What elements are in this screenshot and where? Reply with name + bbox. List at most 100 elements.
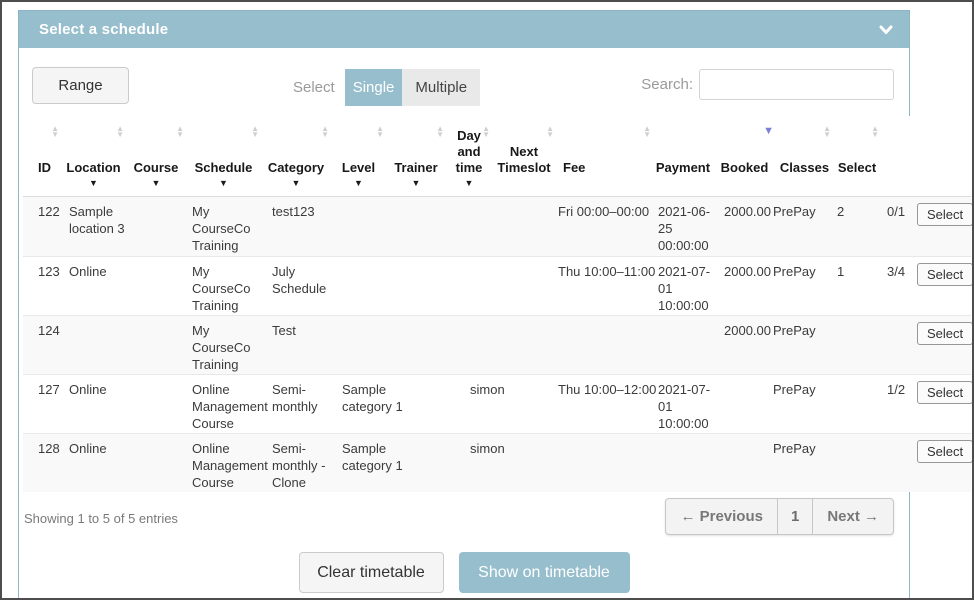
cell-level bbox=[406, 256, 464, 315]
column-header-id[interactable]: ▲▼ ID bbox=[23, 116, 61, 196]
cell-select: Select bbox=[911, 433, 971, 492]
sort-icon[interactable]: ▲▼ bbox=[376, 126, 384, 138]
cell-payment: PrePay bbox=[767, 374, 831, 433]
cell-location: Sample location 3 bbox=[63, 197, 186, 256]
sort-icon[interactable]: ▲▼ bbox=[51, 126, 59, 138]
next-page-button[interactable]: Next → bbox=[813, 499, 893, 534]
cell-classes: 3/4 bbox=[881, 256, 911, 315]
column-header-day-and-time[interactable]: ▲▼ Day and time ▼ bbox=[446, 116, 492, 196]
cell-location: Online bbox=[63, 256, 186, 315]
cell-id: 124 bbox=[23, 315, 63, 374]
table-row: 122 Sample location 3 My CourseCo Traini… bbox=[23, 197, 971, 256]
multiple-mode-button[interactable]: Multiple bbox=[402, 69, 480, 106]
cell-category: Sample category 1 bbox=[336, 433, 406, 492]
column-header-classes[interactable]: ▲▼ Classes bbox=[776, 116, 833, 196]
cell-next-timeslot: 2021-07-01 10:00:00 bbox=[652, 256, 718, 315]
sort-icon[interactable]: ▲▼ bbox=[321, 126, 329, 138]
filter-dropdown-icon[interactable]: ▼ bbox=[447, 176, 491, 190]
previous-page-button[interactable]: ← Previous bbox=[666, 499, 777, 534]
cell-day-and-time bbox=[552, 433, 652, 492]
select-row-button[interactable]: Select bbox=[917, 263, 973, 286]
table-row: 124 My CourseCo Training Test 2000.00 Pr… bbox=[23, 315, 971, 374]
cell-day-and-time: Fri 00:00–00:00 bbox=[552, 197, 652, 256]
sort-descending-icon[interactable]: ▼ bbox=[763, 126, 774, 137]
cell-trainer bbox=[464, 197, 552, 256]
cell-level bbox=[406, 197, 464, 256]
column-header-trainer[interactable]: ▲▼ Trainer ▼ bbox=[386, 116, 446, 196]
cell-location: Online bbox=[63, 374, 186, 433]
filter-dropdown-icon[interactable]: ▼ bbox=[332, 176, 385, 190]
column-header-booked[interactable]: ▼ Booked bbox=[713, 116, 776, 196]
select-mode-group: Select Single Multiple bbox=[293, 69, 480, 106]
panel-title: Select a schedule bbox=[39, 21, 168, 38]
filter-dropdown-icon[interactable]: ▼ bbox=[127, 176, 185, 190]
sort-icon[interactable]: ▲▼ bbox=[546, 126, 554, 138]
column-header-category[interactable]: ▲▼ Category ▼ bbox=[261, 116, 331, 196]
cell-category bbox=[336, 256, 406, 315]
cell-course: My CourseCo Training bbox=[186, 256, 266, 315]
clear-timetable-button[interactable]: Clear timetable bbox=[299, 552, 444, 593]
sort-icon[interactable]: ▲▼ bbox=[823, 126, 831, 138]
filter-dropdown-icon[interactable]: ▼ bbox=[387, 176, 445, 190]
column-header-next-timeslot[interactable]: ▲▼ Next Timeslot bbox=[492, 116, 556, 196]
cell-booked bbox=[831, 374, 881, 433]
sort-icon[interactable]: ▲▼ bbox=[436, 126, 444, 138]
cell-schedule: test123 bbox=[266, 197, 336, 256]
table-row: 128 Online Online Management Course Semi… bbox=[23, 433, 971, 492]
cell-category bbox=[336, 315, 406, 374]
cell-category bbox=[336, 197, 406, 256]
cell-payment: PrePay bbox=[767, 315, 831, 374]
select-row-button[interactable]: Select bbox=[917, 381, 973, 404]
cell-classes: 1/2 bbox=[881, 374, 911, 433]
cell-classes bbox=[881, 433, 911, 492]
sort-icon[interactable]: ▲▼ bbox=[176, 126, 184, 138]
chevron-down-icon[interactable] bbox=[879, 25, 893, 35]
cell-payment: PrePay bbox=[767, 197, 831, 256]
table-body: 122 Sample location 3 My CourseCo Traini… bbox=[23, 197, 971, 492]
search-group: Search: bbox=[641, 69, 894, 100]
cell-fee: 2000.00 bbox=[718, 315, 767, 374]
range-button[interactable]: Range bbox=[32, 67, 129, 104]
column-header-level[interactable]: ▲▼ Level ▼ bbox=[331, 116, 386, 196]
single-mode-button[interactable]: Single bbox=[345, 69, 403, 106]
cell-level bbox=[406, 433, 464, 492]
column-header-schedule[interactable]: ▲▼ Schedule ▼ bbox=[186, 116, 261, 196]
schedule-panel: Select a schedule Range Select Single Mu… bbox=[18, 10, 910, 600]
sort-icon[interactable]: ▲▼ bbox=[116, 126, 124, 138]
cell-schedule: Test bbox=[266, 315, 336, 374]
cell-id: 128 bbox=[23, 433, 63, 492]
sort-icon[interactable]: ▲▼ bbox=[643, 126, 651, 138]
column-header-location[interactable]: ▲▼ Location ▼ bbox=[61, 116, 126, 196]
cell-fee: 2000.00 bbox=[718, 256, 767, 315]
search-input[interactable] bbox=[699, 69, 894, 100]
filter-dropdown-icon[interactable]: ▼ bbox=[187, 176, 260, 190]
cell-next-timeslot: 2021-07-01 10:00:00 bbox=[652, 374, 718, 433]
cell-select: Select bbox=[911, 197, 971, 256]
panel-header-toggle[interactable]: Select a schedule bbox=[19, 11, 909, 48]
search-label: Search: bbox=[641, 76, 693, 93]
cell-booked: 1 bbox=[831, 256, 881, 315]
sort-icon[interactable]: ▲▼ bbox=[871, 126, 879, 138]
cell-select: Select bbox=[911, 374, 971, 433]
cell-trainer: simon bbox=[464, 374, 552, 433]
page-number-button[interactable]: 1 bbox=[777, 499, 813, 534]
column-header-fee[interactable]: ▲▼ Fee bbox=[556, 116, 653, 196]
select-row-button[interactable]: Select bbox=[917, 322, 973, 345]
cell-id: 123 bbox=[23, 256, 63, 315]
cell-trainer bbox=[464, 256, 552, 315]
cell-location bbox=[63, 315, 186, 374]
sort-icon[interactable]: ▲▼ bbox=[251, 126, 259, 138]
filter-dropdown-icon[interactable]: ▼ bbox=[262, 176, 330, 190]
cell-course: My CourseCo Training bbox=[186, 315, 266, 374]
column-header-select[interactable]: ▲▼ Select bbox=[833, 116, 881, 196]
sort-icon[interactable]: ▲▼ bbox=[482, 126, 490, 138]
filter-dropdown-icon[interactable]: ▼ bbox=[62, 176, 125, 190]
show-on-timetable-button[interactable]: Show on timetable bbox=[459, 552, 630, 593]
cell-trainer bbox=[464, 315, 552, 374]
cell-fee bbox=[718, 433, 767, 492]
cell-payment: PrePay bbox=[767, 256, 831, 315]
column-header-course[interactable]: ▲▼ Course ▼ bbox=[126, 116, 186, 196]
select-row-button[interactable]: Select bbox=[917, 440, 973, 463]
cell-schedule: July Schedule bbox=[266, 256, 336, 315]
select-row-button[interactable]: Select bbox=[917, 203, 973, 226]
